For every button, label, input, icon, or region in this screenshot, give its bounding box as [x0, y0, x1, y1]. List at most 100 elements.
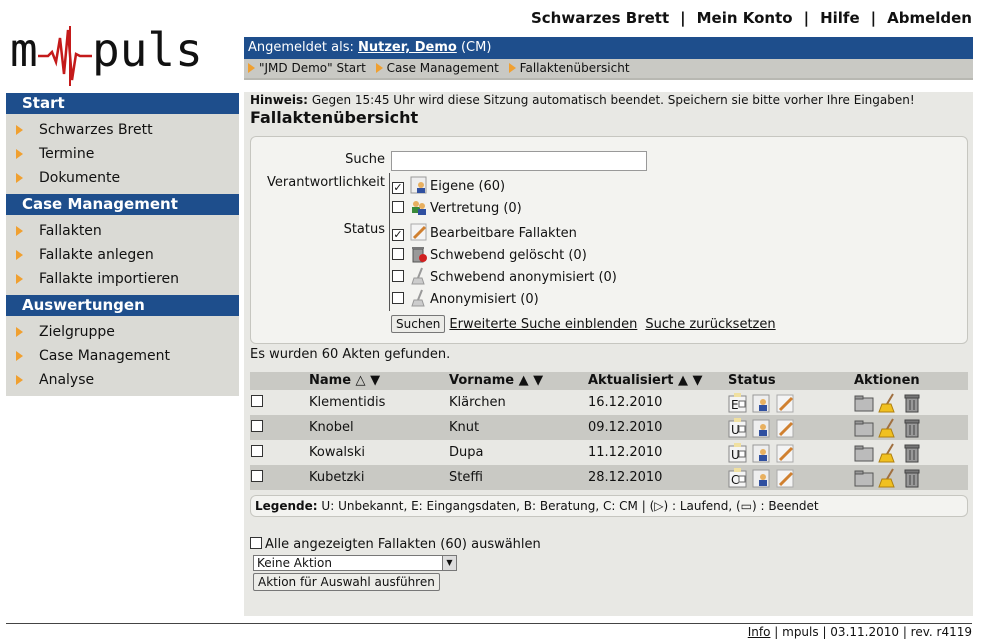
select-all[interactable]: Alle angezeigten Fallakten (60) auswähle…	[250, 537, 541, 552]
status-icons: E	[728, 393, 800, 413]
arrow-right-icon	[16, 250, 23, 260]
sidebar-item-fallakten[interactable]: Fallakten	[6, 219, 239, 243]
open-folder-icon[interactable]	[854, 418, 874, 438]
row-select-checkbox[interactable]	[251, 420, 263, 432]
advanced-search-link[interactable]: Erweiterte Suche einblenden	[449, 317, 637, 332]
search-button[interactable]: Suchen	[391, 315, 446, 333]
page-title: Fallaktenübersicht	[250, 108, 419, 127]
row-select-checkbox[interactable]	[251, 395, 263, 407]
cell-vorname: Steffi	[449, 470, 483, 485]
breadcrumb-item-case-management[interactable]: Case Management	[387, 61, 499, 75]
current-user-link[interactable]: Nutzer, Demo	[358, 40, 457, 55]
filter-schwebend-anonymisiert-checkbox[interactable]	[392, 270, 404, 282]
table-row[interactable]: Kubetzki Steffi 28.12.2010 C	[250, 465, 968, 490]
broom-icon	[411, 267, 425, 285]
col-vorname-header[interactable]: Vorname ▲ ▼	[449, 373, 543, 388]
main-content: Hinweis: Gegen 15:45 Uhr wird diese Sitz…	[244, 92, 973, 616]
filter-bearbeitbar-checkbox[interactable]: ✓	[392, 229, 404, 241]
anonymize-broom-icon[interactable]	[878, 468, 898, 488]
filter-schwebend-geloescht-checkbox[interactable]	[392, 248, 404, 260]
col-aktionen-header: Aktionen	[854, 373, 920, 388]
open-folder-icon[interactable]	[854, 468, 874, 488]
responsibility-label: Verantwortlichkeit	[267, 175, 385, 190]
sidebar-item-case-management[interactable]: Case Management	[6, 344, 239, 368]
anonymize-broom-icon[interactable]	[878, 418, 898, 438]
action-icons	[854, 393, 926, 413]
filter-vertretung[interactable]: Vertretung (0)	[392, 198, 522, 220]
table-header: Name △ ▼ Vorname ▲ ▼ Aktualisiert ▲ ▼ St…	[250, 372, 968, 390]
row-select-checkbox[interactable]	[251, 445, 263, 457]
sidebar: Start Schwarzes Brett Termine Dokumente …	[6, 93, 239, 396]
nav-schwarzes-brett-link[interactable]: Schwarzes Brett	[531, 9, 669, 27]
breadcrumb-arrow-icon	[375, 63, 383, 73]
sidebar-item-fallakte-anlegen[interactable]: Fallakte anlegen	[6, 243, 239, 267]
action-select[interactable]: Keine Aktion ▼	[253, 555, 457, 571]
table-row[interactable]: Klementidis Klärchen 16.12.2010 E	[250, 390, 968, 415]
top-navigation: Schwarzes Brett | Mein Konto | Hilfe | Abmelde…	[530, 9, 972, 27]
footer-info-link[interactable]: Info	[748, 625, 771, 639]
action-icons	[854, 443, 926, 463]
sidebar-item-schwarzes-brett[interactable]: Schwarzes Brett	[6, 118, 239, 142]
anonymize-broom-icon[interactable]	[878, 393, 898, 413]
filter-eigene-checkbox[interactable]: ✓	[392, 182, 404, 194]
delete-trash-icon[interactable]	[902, 443, 922, 463]
filter-schwebend-anonymisiert[interactable]: Schwebend anonymisiert (0)	[392, 267, 617, 289]
filter-schwebend-geloescht[interactable]: Schwebend gelöscht (0)	[392, 245, 587, 267]
sidebar-item-dokumente[interactable]: Dokumente	[6, 166, 239, 190]
filter-eigene[interactable]: ✓ Eigene (60)	[392, 176, 505, 198]
open-folder-icon[interactable]	[854, 393, 874, 413]
phase-letter: E	[731, 398, 739, 412]
login-prefix: Angemeldet als:	[248, 40, 354, 55]
phase-status-icon: E	[728, 393, 747, 413]
cell-aktualisiert: 28.12.2010	[588, 470, 663, 485]
breadcrumb-arrow-icon	[248, 63, 255, 73]
table-row[interactable]: Knobel Knut 09.12.2010 U	[250, 415, 968, 440]
delete-trash-icon[interactable]	[902, 468, 922, 488]
sidebar-item-zielgruppe[interactable]: Zielgruppe	[6, 320, 239, 344]
nav-abmelden-link[interactable]: Abmelden	[887, 9, 972, 27]
users-icon	[412, 201, 426, 215]
anonymize-broom-icon[interactable]	[878, 443, 898, 463]
cell-vorname: Dupa	[449, 445, 484, 460]
breadcrumb-item-start[interactable]: "JMD Demo" Start	[259, 61, 366, 75]
footer: Info | mpuls | 03.11.2010 | rev. r4119	[747, 625, 972, 639]
user-card-icon	[752, 444, 770, 463]
filter-anonymisiert-checkbox[interactable]	[392, 292, 404, 304]
logo-graphic: m puls	[10, 23, 203, 86]
filter-bearbeitbar[interactable]: ✓ Bearbeitbare Fallakten	[392, 223, 577, 245]
cell-aktualisiert: 11.12.2010	[588, 445, 663, 460]
open-folder-icon[interactable]	[854, 443, 874, 463]
filter-anonymisiert[interactable]: Anonymisiert (0)	[392, 289, 539, 311]
phase-letter: C	[731, 473, 739, 487]
delete-trash-icon[interactable]	[902, 393, 922, 413]
user-card-icon	[752, 419, 770, 438]
sidebar-item-fallakte-importieren[interactable]: Fallakte importieren	[6, 267, 239, 291]
arrow-right-icon	[16, 173, 23, 183]
arrow-right-icon	[16, 351, 23, 361]
nav-hilfe-link[interactable]: Hilfe	[820, 9, 860, 27]
nav-mein-konto-link[interactable]: Mein Konto	[697, 9, 793, 27]
filter-vertretung-checkbox[interactable]	[392, 201, 404, 213]
breadcrumb-arrow-icon	[508, 63, 516, 73]
sidebar-item-termine[interactable]: Termine	[6, 142, 239, 166]
row-select-checkbox[interactable]	[251, 470, 263, 482]
table-row[interactable]: Kowalski Dupa 11.12.2010 U	[250, 440, 968, 465]
cell-name: Kubetzki	[309, 470, 365, 485]
breadcrumb-item-fallaktenuebersicht[interactable]: Fallaktenübersicht	[520, 61, 630, 75]
col-aktualisiert-header[interactable]: Aktualisiert ▲ ▼	[588, 373, 703, 388]
reset-search-link[interactable]: Suche zurücksetzen	[645, 317, 775, 332]
select-all-checkbox[interactable]	[250, 537, 262, 549]
delete-trash-icon[interactable]	[902, 418, 922, 438]
cell-name: Knobel	[309, 420, 354, 435]
sidebar-section-title: Case Management	[6, 194, 239, 215]
status-label: Status	[343, 222, 385, 237]
col-name-header[interactable]: Name △ ▼	[309, 373, 380, 388]
results-table: Name △ ▼ Vorname ▲ ▼ Aktualisiert ▲ ▼ St…	[250, 372, 968, 490]
action-icons	[854, 418, 926, 438]
sidebar-item-analyse[interactable]: Analyse	[6, 368, 239, 392]
arrow-right-icon	[16, 375, 23, 385]
execute-action-button[interactable]: Aktion für Auswahl ausführen	[253, 573, 440, 591]
arrow-right-icon	[16, 125, 23, 135]
sidebar-section-title: Start	[6, 93, 239, 114]
search-input[interactable]	[391, 151, 647, 171]
